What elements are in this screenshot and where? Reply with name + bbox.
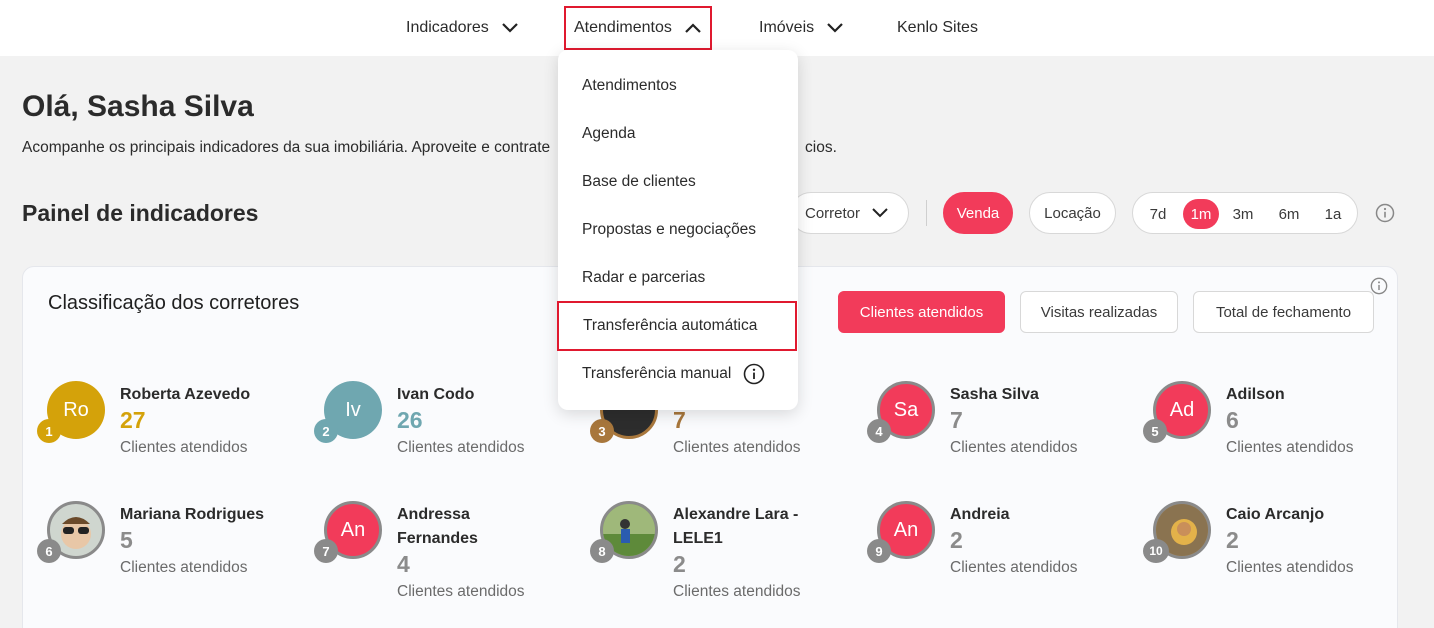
broker-count-label: Clientes atendidos (120, 439, 248, 456)
menu-item-transferencia-automatica[interactable]: Transferência automática (557, 301, 797, 351)
ranking-title: Classificação dos corretores (48, 292, 300, 314)
nav-imoveis[interactable]: Imóveis (759, 0, 844, 56)
rank-badge: 9 (867, 539, 891, 563)
rank-badge: 7 (314, 539, 338, 563)
corretor-select[interactable]: Corretor (790, 192, 909, 234)
chevron-down-icon (826, 22, 844, 34)
broker-count: 2 (950, 527, 963, 553)
broker-count: 2 (673, 551, 686, 577)
panel-title: Painel de indicadores (22, 200, 259, 226)
top-navigation: Indicadores Atendimentos Imóveis Kenlo S… (0, 0, 1434, 56)
broker-name: Andressa Fernandes (397, 506, 478, 547)
menu-item-radar-parcerias[interactable]: Radar e parcerias (558, 255, 798, 301)
nav-atendimentos[interactable]: Atendimentos (564, 6, 712, 50)
menu-item-transferencia-manual[interactable]: Transferência manual (558, 351, 798, 397)
nav-indicadores-label: Indicadores (406, 19, 489, 36)
tab-clientes-atendidos[interactable]: Clientes atendidos (838, 291, 1005, 333)
nav-kenlo-sites[interactable]: Kenlo Sites (897, 0, 978, 56)
broker-name: Caio Arcanjo (1226, 506, 1325, 523)
menu-item-agenda[interactable]: Agenda (558, 111, 798, 157)
rank-badge: 2 (314, 419, 338, 443)
broker-item[interactable]: Ad 5 Adilson 6 Clientes atendidos (1143, 381, 1413, 491)
chevron-down-icon (501, 22, 519, 34)
broker-item[interactable]: 10 Caio Arcanjo 2 Clientes atendidos (1143, 501, 1413, 611)
chevron-up-icon (684, 22, 702, 34)
broker-name: Roberta Azevedo (120, 386, 251, 403)
broker-count: 4 (397, 551, 410, 577)
rank-badge: 5 (1143, 419, 1167, 443)
broker-name: Alexandre Lara - LELE1 (673, 506, 799, 547)
broker-count-label: Clientes atendidos (1226, 559, 1354, 576)
broker-item[interactable]: 6 Mariana Rodrigues 5 Clientes atendidos (37, 501, 307, 611)
broker-count-label: Clientes atendidos (397, 439, 525, 456)
broker-count-label: Clientes atendidos (120, 559, 248, 576)
subtitle-right: cios. (805, 139, 837, 156)
broker-count-label: Clientes atendidos (673, 439, 801, 456)
broker-count-label: Clientes atendidos (673, 583, 801, 600)
broker-item[interactable]: An 7 Andressa Fernandes 4 Clientes atend… (314, 501, 584, 611)
period-1m[interactable]: 1m (1183, 199, 1219, 229)
nav-imoveis-label: Imóveis (759, 19, 815, 36)
page-subtitle: Acompanhe os principais indicadores da s… (22, 139, 837, 157)
menu-item-propostas[interactable]: Propostas e negociações (558, 207, 798, 253)
rank-badge: 6 (37, 539, 61, 563)
broker-item[interactable]: 8 Alexandre Lara - LELE1 2 Clientes aten… (590, 501, 860, 611)
period-1a[interactable]: 1a (1318, 199, 1348, 229)
venda-toggle[interactable]: Venda (943, 192, 1013, 234)
broker-item[interactable]: Iv 2 Ivan Codo 26 Clientes atendidos (314, 381, 584, 491)
broker-count: 7 (673, 407, 686, 433)
nav-atendimentos-label: Atendimentos (574, 19, 672, 36)
period-selector: 7d 1m 3m 6m 1a (1132, 192, 1358, 234)
period-6m[interactable]: 6m (1274, 199, 1304, 229)
broker-item[interactable]: Sa 4 Sasha Silva 7 Clientes atendidos (867, 381, 1137, 491)
rank-badge: 8 (590, 539, 614, 563)
nav-indicadores[interactable]: Indicadores (406, 0, 519, 56)
broker-count: 26 (397, 407, 423, 433)
corretor-select-label: Corretor (805, 204, 861, 222)
broker-count-label: Clientes atendidos (1226, 439, 1354, 456)
subtitle-left: Acompanhe os principais indicadores da s… (22, 139, 551, 156)
broker-count-label: Clientes atendidos (397, 583, 525, 600)
info-icon[interactable] (743, 363, 765, 385)
broker-count-label: Clientes atendidos (950, 439, 1078, 456)
atendimentos-dropdown-menu: Atendimentos Agenda Base de clientes Pro… (557, 50, 798, 410)
menu-item-base-clientes[interactable]: Base de clientes (558, 159, 798, 205)
broker-name: Adilson (1226, 386, 1285, 403)
broker-count: 5 (120, 527, 133, 553)
broker-item[interactable]: Ro 1 Roberta Azevedo 27 Clientes atendid… (37, 381, 307, 491)
nav-kenlo-sites-label: Kenlo Sites (897, 19, 978, 36)
period-7d[interactable]: 7d (1143, 199, 1173, 229)
rank-badge: 1 (37, 419, 61, 443)
menu-item-atendimentos[interactable]: Atendimentos (558, 63, 798, 109)
tab-total-fechamento[interactable]: Total de fechamento (1193, 291, 1374, 333)
page-title: Olá, Sasha Silva (22, 90, 254, 123)
tab-visitas-realizadas[interactable]: Visitas realizadas (1020, 291, 1178, 333)
chevron-down-icon (872, 208, 888, 218)
filter-divider (926, 200, 927, 226)
locacao-toggle[interactable]: Locação (1029, 192, 1116, 234)
broker-count: 2 (1226, 527, 1239, 553)
rank-badge: 10 (1143, 539, 1169, 563)
broker-item[interactable]: An 9 Andreia 2 Clientes atendidos (867, 501, 1137, 611)
broker-count: 6 (1226, 407, 1239, 433)
info-icon[interactable] (1375, 203, 1395, 223)
rank-badge: 4 (867, 419, 891, 443)
period-3m[interactable]: 3m (1228, 199, 1258, 229)
broker-name: Mariana Rodrigues (120, 506, 265, 523)
rank-badge: 3 (590, 419, 614, 443)
broker-count-label: Clientes atendidos (950, 559, 1078, 576)
broker-count: 27 (120, 407, 146, 433)
broker-name: Ivan Codo (397, 386, 475, 403)
broker-count: 7 (950, 407, 963, 433)
broker-name: Andreia (950, 506, 1010, 523)
menu-item-transferencia-manual-label: Transferência manual (582, 365, 732, 382)
broker-name: Sasha Silva (950, 386, 1039, 403)
